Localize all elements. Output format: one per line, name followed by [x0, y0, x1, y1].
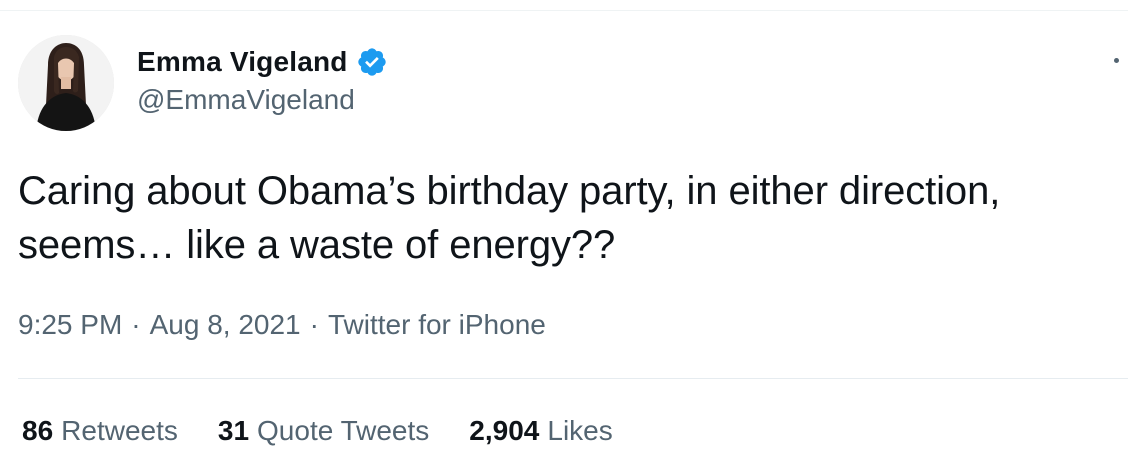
tweet-date[interactable]: Aug 8, 2021: [150, 309, 301, 341]
quote-tweets-stat[interactable]: 31 Quote Tweets: [218, 415, 429, 447]
author-handle[interactable]: @EmmaVigeland: [137, 84, 355, 116]
meta-separator: ·: [131, 309, 141, 340]
profile-photo-icon: [18, 35, 114, 131]
likes-label: Likes: [547, 415, 613, 446]
tweet-text: Caring about Obama’s birthday party, in …: [18, 169, 1001, 267]
stats-divider: [18, 378, 1128, 379]
meta-separator: ·: [309, 309, 319, 340]
retweets-stat[interactable]: 86 Retweets: [22, 415, 178, 447]
more-options-icon[interactable]: [1110, 52, 1122, 68]
tweet-source[interactable]: Twitter for iPhone: [328, 309, 546, 341]
retweets-label: Retweets: [61, 415, 178, 446]
tweet-meta: 9:25 PM · Aug 8, 2021 · Twitter for iPho…: [18, 309, 546, 341]
quote-tweets-count: 31: [217, 415, 250, 446]
likes-stat[interactable]: 2,904 Likes: [469, 415, 612, 447]
top-divider: [0, 10, 1128, 11]
quote-tweets-label: Quote Tweets: [257, 415, 430, 446]
author-display-name[interactable]: Emma Vigeland: [137, 46, 348, 78]
avatar[interactable]: [18, 35, 114, 131]
verified-badge-icon: [356, 46, 388, 78]
retweets-count: 86: [22, 415, 54, 446]
tweet-time[interactable]: 9:25 PM: [18, 309, 122, 341]
engagement-stats: 86 Retweets 31 Quote Tweets 2,904 Likes: [22, 415, 653, 447]
author-name-row: Emma Vigeland: [137, 44, 388, 80]
likes-count: 2,904: [469, 415, 540, 446]
